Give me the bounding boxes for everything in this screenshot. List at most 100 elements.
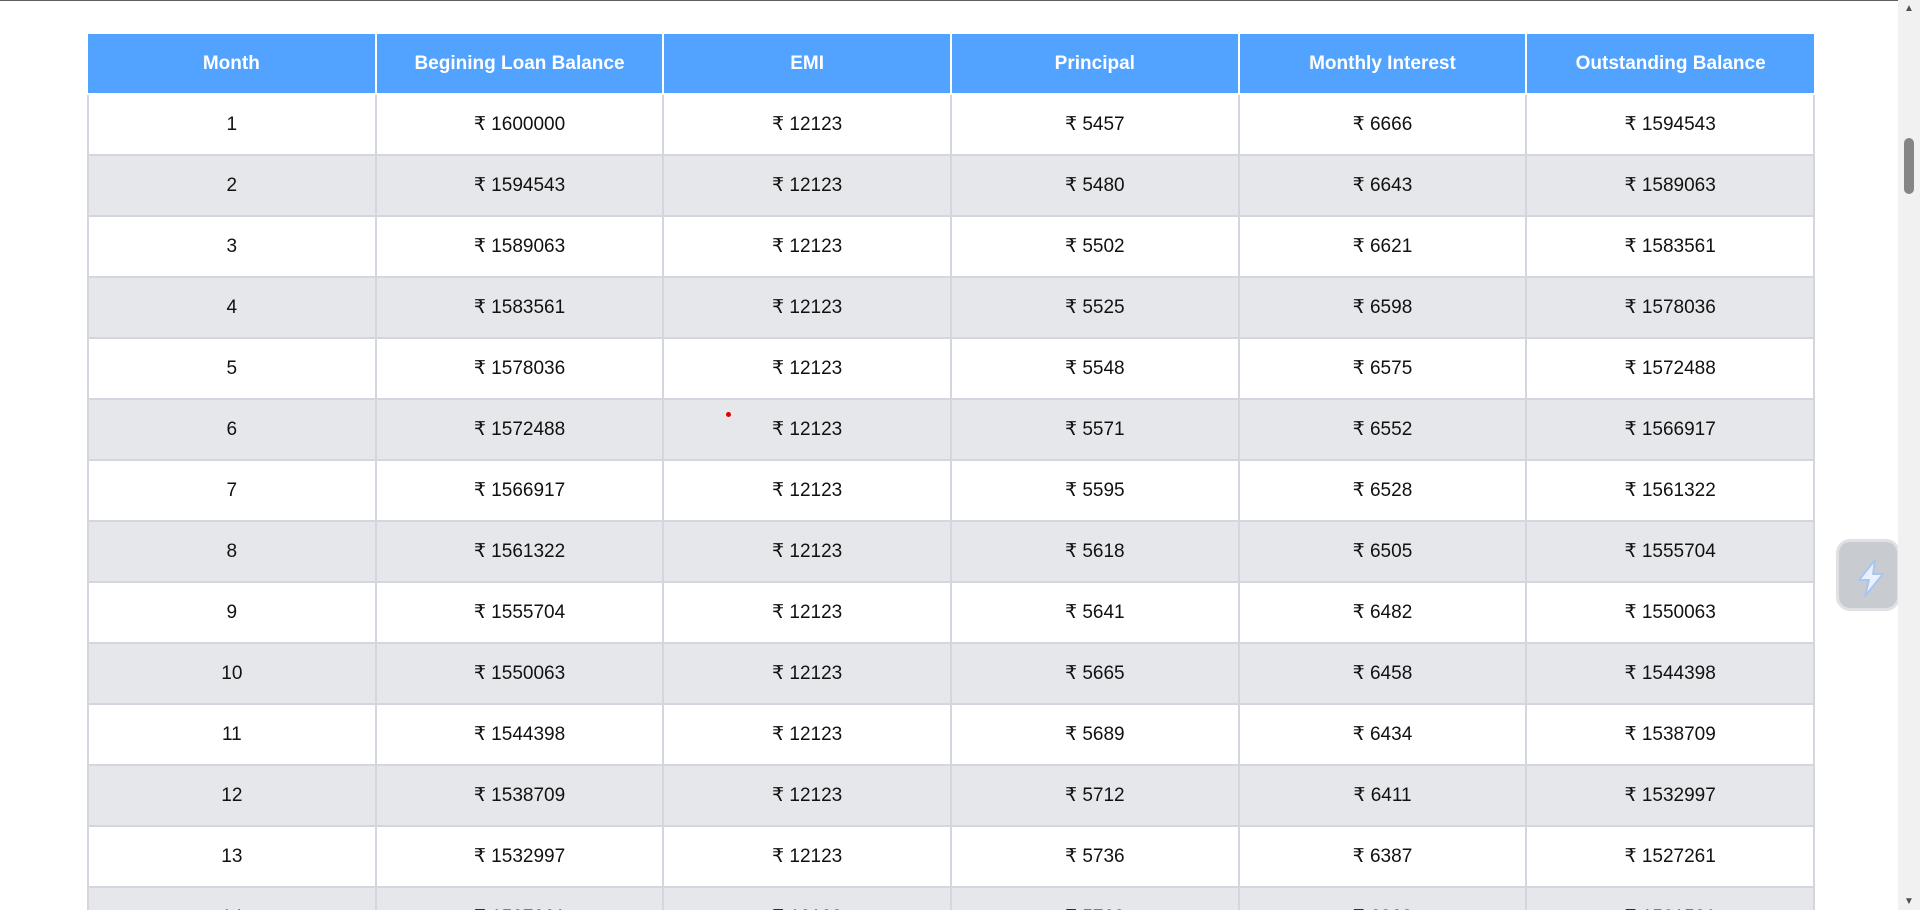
cell-monthly-interest: ₹ 6505 [1237, 520, 1528, 583]
cell-principal: ₹ 5760 [949, 886, 1240, 910]
cell-emi: ₹ 12123 [662, 93, 952, 156]
cell-outstanding-balance: ₹ 1532997 [1525, 764, 1815, 827]
cell-outstanding-balance: ₹ 1544398 [1525, 642, 1815, 705]
cell-beginning-balance: ₹ 1561322 [374, 520, 665, 583]
cell-outstanding-balance: ₹ 1521501 [1525, 886, 1815, 910]
cell-monthly-interest: ₹ 6598 [1237, 276, 1528, 339]
cell-principal: ₹ 5641 [949, 581, 1240, 644]
cell-beginning-balance: ₹ 1555704 [374, 581, 665, 644]
vertical-scrollbar[interactable]: ▲ ▼ [1898, 0, 1920, 910]
header-principal: Principal [949, 34, 1240, 95]
cell-emi: ₹ 12123 [662, 703, 952, 766]
cell-monthly-interest: ₹ 6363 [1237, 886, 1528, 910]
lightning-bolt-icon [1858, 559, 1884, 597]
table-row: 13 ₹ 1532997 ₹ 12123 ₹ 5736 ₹ 6387 ₹ 1527261 [87, 825, 1815, 888]
cell-month: 12 [87, 764, 377, 827]
cell-beginning-balance: ₹ 1578036 [374, 337, 665, 400]
cell-principal: ₹ 5736 [949, 825, 1240, 888]
cell-monthly-interest: ₹ 6411 [1237, 764, 1528, 827]
table-row: 11 ₹ 1544398 ₹ 12123 ₹ 5689 ₹ 6434 ₹ 1538709 [87, 703, 1815, 766]
cell-month: 11 [87, 703, 377, 766]
table-row: 10 ₹ 1550063 ₹ 12123 ₹ 5665 ₹ 6458 ₹ 1544398 [87, 642, 1815, 705]
cell-emi: ₹ 12123 [662, 825, 952, 888]
cell-outstanding-balance: ₹ 1566917 [1525, 398, 1815, 461]
cell-emi: ₹ 12123 [662, 215, 952, 278]
cell-outstanding-balance: ₹ 1527261 [1525, 825, 1815, 888]
amortization-table-container: Month Begining Loan Balance EMI Principa… [87, 34, 1815, 910]
cell-principal: ₹ 5525 [949, 276, 1240, 339]
cell-monthly-interest: ₹ 6643 [1237, 154, 1528, 217]
amortization-table: Month Begining Loan Balance EMI Principa… [87, 34, 1815, 910]
cell-month: 1 [87, 93, 377, 156]
cell-month: 6 [87, 398, 377, 461]
cell-beginning-balance: ₹ 1566917 [374, 459, 665, 522]
cell-emi: ₹ 12123 [662, 886, 952, 910]
header-month: Month [88, 34, 377, 95]
table-row: 1 ₹ 1600000 ₹ 12123 ₹ 5457 ₹ 6666 ₹ 1594543 [87, 93, 1815, 156]
cell-outstanding-balance: ₹ 1589063 [1525, 154, 1815, 217]
floating-assistant-button[interactable] [1836, 539, 1900, 611]
cell-principal: ₹ 5571 [949, 398, 1240, 461]
cell-outstanding-balance: ₹ 1594543 [1525, 93, 1815, 156]
cell-beginning-balance: ₹ 1544398 [374, 703, 665, 766]
cell-month: 3 [87, 215, 377, 278]
scrollbar-thumb[interactable] [1904, 138, 1914, 194]
cell-emi: ₹ 12123 [662, 764, 952, 827]
cell-beginning-balance: ₹ 1594543 [374, 154, 665, 217]
table-row: 5 ₹ 1578036 ₹ 12123 ₹ 5548 ₹ 6575 ₹ 1572488 [87, 337, 1815, 400]
top-divider [0, 0, 1898, 1]
cell-emi: ₹ 12123 [662, 337, 952, 400]
cell-monthly-interest: ₹ 6482 [1237, 581, 1528, 644]
cell-emi: ₹ 12123 [662, 642, 952, 705]
cell-emi: ₹ 12123 [662, 581, 952, 644]
table-row: 9 ₹ 1555704 ₹ 12123 ₹ 5641 ₹ 6482 ₹ 1550063 [87, 581, 1815, 644]
cell-month: 2 [87, 154, 377, 217]
header-outstanding-balance: Outstanding Balance [1525, 34, 1814, 95]
cursor-dot [726, 412, 731, 417]
table-row: 14₹ 1527261₹ 12123₹ 5760₹ 6363₹ 1521501 [87, 886, 1815, 910]
cell-principal: ₹ 5595 [949, 459, 1240, 522]
cell-emi: ₹ 12123 [662, 459, 952, 522]
triangle-down-icon[interactable]: ▼ [1898, 893, 1920, 910]
cell-outstanding-balance: ₹ 1538709 [1525, 703, 1815, 766]
cell-emi: ₹ 12123 [662, 276, 952, 339]
header-monthly-interest: Monthly Interest [1237, 34, 1528, 95]
cell-monthly-interest: ₹ 6458 [1237, 642, 1528, 705]
cell-beginning-balance: ₹ 1600000 [374, 93, 665, 156]
cell-emi: ₹ 12123 [662, 398, 952, 461]
cell-monthly-interest: ₹ 6387 [1237, 825, 1528, 888]
table-row: 12 ₹ 1538709 ₹ 12123 ₹ 5712 ₹ 6411 ₹ 1532997 [87, 764, 1815, 827]
cell-principal: ₹ 5502 [949, 215, 1240, 278]
cell-principal: ₹ 5457 [949, 93, 1240, 156]
cell-emi: ₹ 12123 [662, 520, 952, 583]
cell-monthly-interest: ₹ 6528 [1237, 459, 1528, 522]
cell-beginning-balance: ₹ 1572488 [374, 398, 665, 461]
cell-month: 5 [87, 337, 377, 400]
table-body: 1 ₹ 1600000 ₹ 12123 ₹ 5457 ₹ 6666 ₹ 1594543 2 ₹… [87, 93, 1815, 910]
cell-principal: ₹ 5712 [949, 764, 1240, 827]
header-emi: EMI [662, 34, 952, 95]
cell-monthly-interest: ₹ 6434 [1237, 703, 1528, 766]
table-row: 8 ₹ 1561322 ₹ 12123 ₹ 5618 ₹ 6505 ₹ 1555704 [87, 520, 1815, 583]
cell-monthly-interest: ₹ 6621 [1237, 215, 1528, 278]
cell-month: 9 [87, 581, 377, 644]
cell-outstanding-balance: ₹ 1561322 [1525, 459, 1815, 522]
triangle-up-icon[interactable]: ▲ [1898, 0, 1920, 17]
cell-beginning-balance: ₹ 1532997 [374, 825, 665, 888]
cell-beginning-balance: ₹ 1550063 [374, 642, 665, 705]
cell-beginning-balance: ₹ 1538709 [374, 764, 665, 827]
cell-outstanding-balance: ₹ 1550063 [1525, 581, 1815, 644]
table-header-row: Month Begining Loan Balance EMI Principa… [88, 34, 1814, 95]
cell-monthly-interest: ₹ 6575 [1237, 337, 1528, 400]
cell-month: 4 [87, 276, 377, 339]
table-row: 7 ₹ 1566917 ₹ 12123 ₹ 5595 ₹ 6528 ₹ 1561322 [87, 459, 1815, 522]
cell-beginning-balance: ₹ 1527261 [374, 886, 665, 910]
cell-outstanding-balance: ₹ 1572488 [1525, 337, 1815, 400]
cell-month: 10 [87, 642, 377, 705]
cell-outstanding-balance: ₹ 1555704 [1525, 520, 1815, 583]
cell-principal: ₹ 5480 [949, 154, 1240, 217]
cell-beginning-balance: ₹ 1583561 [374, 276, 665, 339]
table-row: 4 ₹ 1583561 ₹ 12123 ₹ 5525 ₹ 6598 ₹ 1578036 [87, 276, 1815, 339]
cell-outstanding-balance: ₹ 1583561 [1525, 215, 1815, 278]
cell-beginning-balance: ₹ 1589063 [374, 215, 665, 278]
